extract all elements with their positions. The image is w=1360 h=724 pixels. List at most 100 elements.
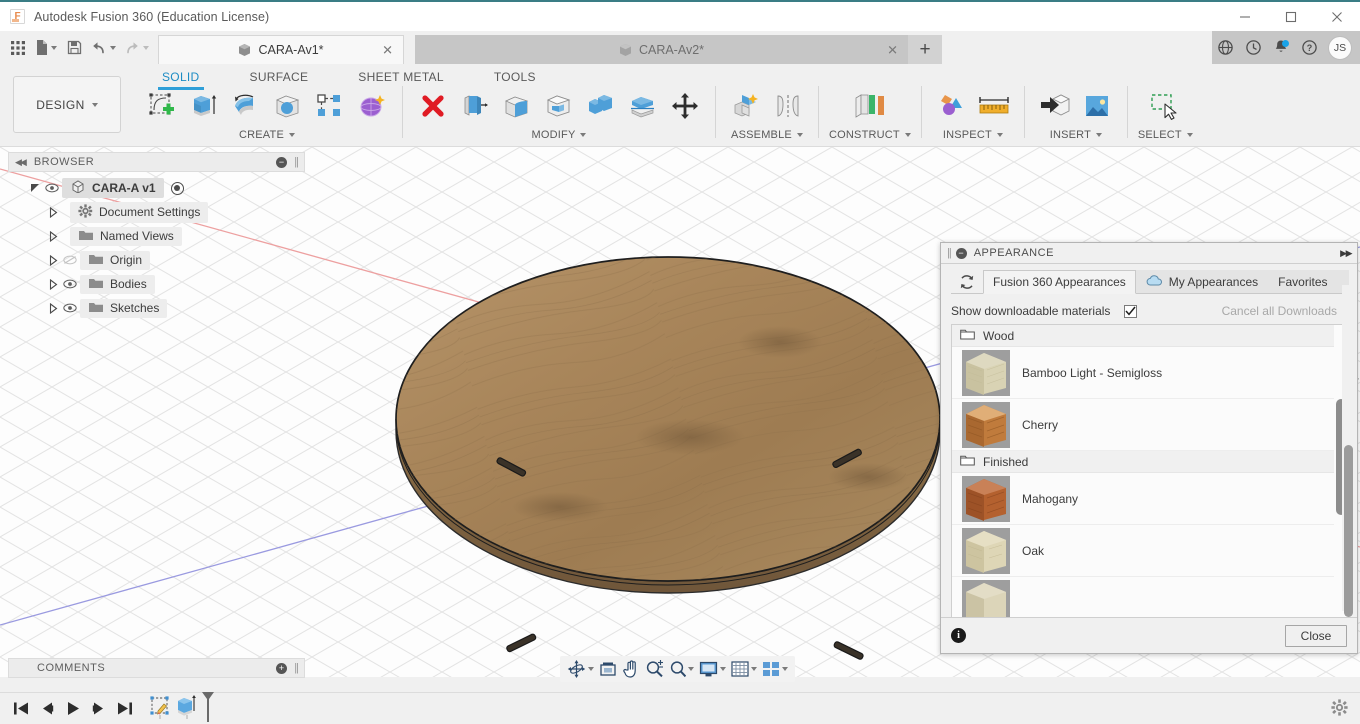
- document-tab-2[interactable]: CARA-Av2* ✕: [415, 35, 908, 64]
- viewports-button[interactable]: [760, 657, 790, 681]
- tab-my-appearances[interactable]: My Appearances: [1136, 270, 1268, 293]
- sphere-button[interactable]: [268, 86, 308, 126]
- insert-derive-button[interactable]: [1035, 86, 1075, 126]
- design-workspace-selector[interactable]: DESIGN: [13, 76, 121, 133]
- appearance-material-list[interactable]: Wood Bamboo Light - Semigloss Cherry Fin…: [951, 324, 1349, 617]
- collapse-left-icon[interactable]: ◀◀: [15, 157, 27, 168]
- expand-right-icon[interactable]: ▶▶: [1340, 248, 1352, 259]
- timeline-sketch-feature[interactable]: [148, 695, 172, 722]
- minimize-window-button[interactable]: [1222, 1, 1268, 32]
- create-form-button[interactable]: [352, 86, 392, 126]
- timeline-begin-button[interactable]: [8, 693, 34, 724]
- scrollbar-thumb[interactable]: [1344, 445, 1353, 617]
- display-settings-button[interactable]: [697, 657, 728, 681]
- close-window-button[interactable]: [1314, 1, 1360, 32]
- press-pull-button[interactable]: [455, 86, 495, 126]
- measure-button[interactable]: [974, 86, 1014, 126]
- zoom-button[interactable]: [643, 657, 666, 681]
- timeline-marker[interactable]: [200, 692, 216, 724]
- create-sketch-button[interactable]: [142, 86, 182, 126]
- add-comment-icon[interactable]: +: [276, 662, 288, 674]
- material-row-mahogany[interactable]: Mahogany: [952, 473, 1334, 525]
- decal-button[interactable]: [1077, 86, 1117, 126]
- timeline-extrude-feature[interactable]: [175, 695, 199, 722]
- undo-icon[interactable]: [88, 35, 119, 61]
- expand-arrow-icon[interactable]: [46, 254, 60, 266]
- fit-button[interactable]: [667, 657, 696, 681]
- ribbon-group-construct-label[interactable]: CONSTRUCT: [829, 129, 911, 141]
- info-icon[interactable]: i: [951, 628, 966, 643]
- refresh-icon[interactable]: [951, 270, 983, 293]
- ribbon-group-select-label[interactable]: SELECT: [1138, 129, 1193, 141]
- split-face-button[interactable]: [623, 86, 663, 126]
- look-at-button[interactable]: [597, 657, 619, 681]
- tab-favorites[interactable]: Favorites: [1268, 270, 1337, 293]
- extrude-button[interactable]: [184, 86, 224, 126]
- timeline-step-forward-button[interactable]: [86, 693, 112, 724]
- new-document-icon[interactable]: [32, 35, 60, 61]
- new-component-button[interactable]: [726, 86, 766, 126]
- minimize-icon[interactable]: −: [276, 156, 288, 168]
- joint-button[interactable]: [768, 86, 808, 126]
- ribbon-group-assemble-label[interactable]: ASSEMBLE: [731, 129, 803, 141]
- browser-item-cara-a-v1[interactable]: CARA-A v1: [8, 176, 305, 200]
- resize-grip[interactable]: ||: [294, 662, 299, 674]
- grid-snaps-button[interactable]: [729, 657, 759, 681]
- avatar[interactable]: JS: [1328, 35, 1352, 60]
- expand-arrow-icon[interactable]: [46, 278, 60, 290]
- tab-fusion-360-appearances[interactable]: Fusion 360 Appearances: [983, 270, 1136, 294]
- cancel-all-downloads-button[interactable]: Cancel all Downloads: [1222, 304, 1349, 318]
- delete-button[interactable]: [413, 86, 453, 126]
- job-status-icon[interactable]: [1240, 35, 1266, 61]
- shell-button[interactable]: [539, 86, 579, 126]
- timeline-step-back-button[interactable]: [34, 693, 60, 724]
- combine-button[interactable]: [581, 86, 621, 126]
- visibility-eye-icon[interactable]: [63, 303, 77, 313]
- material-row-partial[interactable]: [952, 577, 1334, 617]
- resize-grip[interactable]: ||: [294, 156, 299, 168]
- maximize-window-button[interactable]: [1268, 1, 1314, 32]
- pan-hand-button[interactable]: [620, 657, 642, 681]
- document-tab-1[interactable]: CARA-Av1* ✕: [158, 35, 404, 64]
- comments-panel-header[interactable]: COMMENTS + ||: [8, 658, 305, 678]
- ribbon-group-modify-label[interactable]: MODIFY: [532, 129, 587, 141]
- browser-item-named-views[interactable]: Named Views: [8, 224, 305, 248]
- rectangular-pattern-button[interactable]: [310, 86, 350, 126]
- redo-icon[interactable]: [121, 35, 152, 61]
- fillet-button[interactable]: [497, 86, 537, 126]
- timeline-end-button[interactable]: [112, 693, 138, 724]
- expand-arrow-icon[interactable]: [46, 230, 60, 242]
- timeline-play-button[interactable]: [60, 693, 86, 724]
- gear-icon[interactable]: [1331, 698, 1348, 719]
- material-row-bamboo-light-semigloss[interactable]: Bamboo Light - Semigloss: [952, 347, 1334, 399]
- material-group-wood[interactable]: Wood: [952, 325, 1334, 347]
- revolve-button[interactable]: [226, 86, 266, 126]
- visibility-eye-icon[interactable]: [45, 183, 59, 193]
- help-icon[interactable]: ?: [1296, 35, 1322, 61]
- browser-item-sketches[interactable]: Sketches: [8, 296, 305, 320]
- browser-item-document-settings[interactable]: Document Settings: [8, 200, 305, 224]
- activate-component-radio[interactable]: [170, 181, 184, 195]
- notifications-icon[interactable]: [1268, 35, 1294, 61]
- expand-arrow-icon[interactable]: [46, 302, 60, 314]
- visibility-eye-icon[interactable]: [63, 279, 77, 289]
- ribbon-group-inspect-label[interactable]: INSPECT: [943, 129, 1003, 141]
- expand-arrow-icon[interactable]: [28, 183, 42, 194]
- material-row-oak[interactable]: Oak: [952, 525, 1334, 577]
- visibility-eye-off-icon[interactable]: [63, 255, 77, 265]
- interference-button[interactable]: [932, 86, 972, 126]
- move-copy-button[interactable]: [665, 86, 705, 126]
- material-row-cherry[interactable]: Cherry: [952, 399, 1334, 451]
- globe-icon[interactable]: [1212, 35, 1238, 61]
- minimize-icon[interactable]: −: [955, 247, 967, 259]
- save-icon[interactable]: [62, 35, 86, 61]
- show-downloadable-checkbox[interactable]: [1124, 304, 1138, 318]
- browser-item-bodies[interactable]: Bodies: [8, 272, 305, 296]
- new-tab-button[interactable]: +: [908, 35, 942, 64]
- appearance-dialog-scrollbar[interactable]: [1342, 285, 1355, 617]
- ribbon-group-insert-label[interactable]: INSERT: [1050, 129, 1103, 141]
- material-group-finished[interactable]: Finished: [952, 451, 1334, 473]
- expand-arrow-icon[interactable]: [46, 206, 60, 218]
- close-tab-icon[interactable]: ✕: [382, 44, 393, 57]
- dialog-grip[interactable]: ||: [947, 247, 952, 259]
